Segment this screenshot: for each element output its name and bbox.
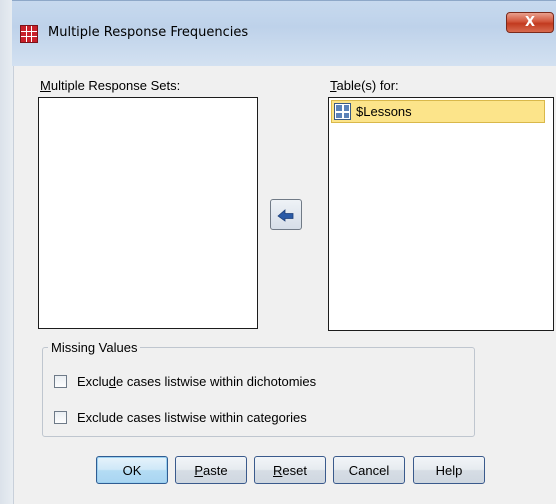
ok-button[interactable]: OK (96, 456, 168, 484)
exclude-dichotomies-label: Exclude cases listwise within dichotomie… (77, 374, 317, 389)
close-button[interactable]: X (506, 12, 554, 33)
exclude-categories-option[interactable]: Exclude cases listwise within categories (54, 410, 307, 425)
missing-values-legend: Missing Values (48, 340, 141, 355)
multiple-response-set-icon (334, 103, 351, 120)
exclude-dichotomies-checkbox[interactable] (54, 375, 67, 388)
title-bar[interactable]: Multiple Response Frequencies X (12, 0, 556, 66)
paste-button[interactable]: Paste (175, 456, 247, 484)
multiple-response-sets-list[interactable] (38, 97, 258, 329)
tables-for-label: Table(s) for: (330, 78, 399, 93)
spss-table-icon (20, 25, 38, 43)
help-button[interactable]: Help (413, 456, 485, 484)
multiple-response-sets-label: Multiple Response Sets: (40, 78, 181, 93)
close-icon: X (524, 15, 536, 30)
exclude-dichotomies-option[interactable]: Exclude cases listwise within dichotomie… (54, 374, 316, 389)
window-title: Multiple Response Frequencies (48, 25, 249, 40)
list-item[interactable]: $Lessons (331, 100, 545, 123)
cancel-button[interactable]: Cancel (333, 456, 405, 484)
arrow-left-icon (277, 208, 294, 222)
dialog-body: Multiple Response Sets: Table(s) for: $L… (16, 66, 556, 504)
exclude-categories-checkbox[interactable] (54, 411, 67, 424)
background-window-edge (0, 0, 14, 504)
list-item-label: $Lessons (356, 104, 412, 119)
move-variable-button[interactable] (270, 199, 302, 230)
reset-button[interactable]: Reset (254, 456, 326, 484)
tables-for-list[interactable]: $Lessons (328, 97, 554, 331)
exclude-categories-label: Exclude cases listwise within categories (77, 410, 307, 425)
